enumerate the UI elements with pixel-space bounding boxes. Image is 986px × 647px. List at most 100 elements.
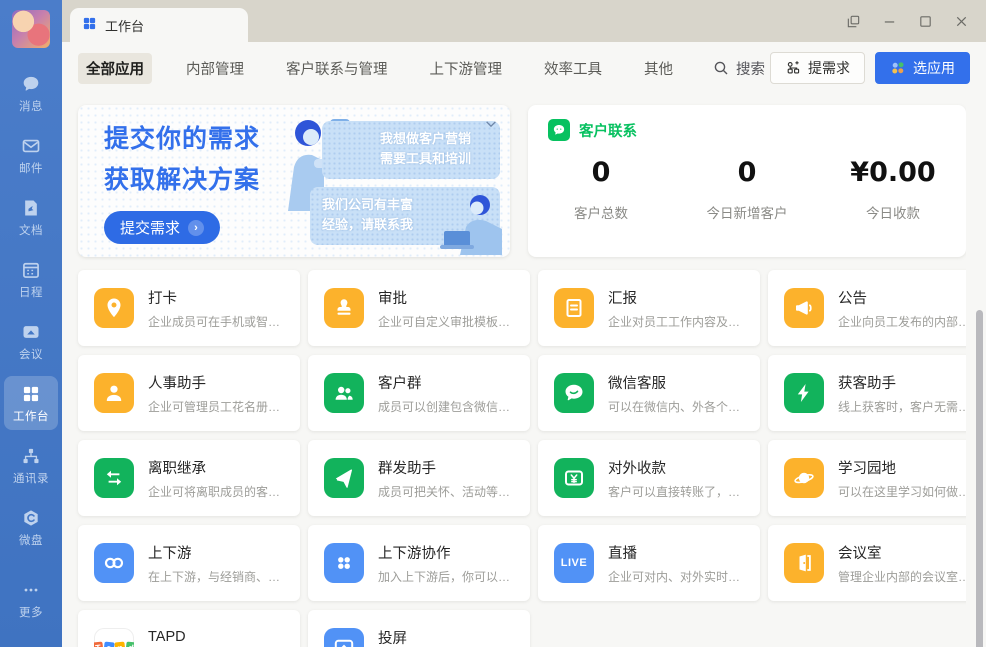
- send-icon: [324, 458, 364, 498]
- app-title: 直播: [608, 542, 746, 563]
- customer-contact-card: 客户联系 0客户总数0今日新增客户¥0.00 今日收款: [528, 105, 966, 257]
- sidebar-item-more[interactable]: 更多: [4, 572, 58, 626]
- app-card-supply-chain-collab[interactable]: 上下游协作加入上下游后，你可以便…: [308, 525, 530, 601]
- app-title: 客户群: [378, 372, 516, 393]
- app-card-payment[interactable]: 对外收款客户可以直接转账了，成…: [538, 440, 760, 516]
- app-title: 学习园地: [838, 457, 966, 478]
- stat-value: ¥0.00: [820, 157, 966, 188]
- stat-label: 今日新增客户: [674, 202, 820, 222]
- app-card-resign-inherit[interactable]: 离职继承企业可将离职成员的客户…: [78, 440, 300, 516]
- sidebar-item-workbench[interactable]: 工作台: [4, 376, 58, 430]
- app-description: 可以在这里学习如何做好…: [838, 483, 966, 500]
- app-description: 在上下游，与经销商、供…: [148, 568, 286, 585]
- filter-tab-all-apps[interactable]: 全部应用: [78, 53, 152, 84]
- customer-stat[interactable]: ¥0.00 今日收款: [820, 157, 966, 222]
- submit-demand-button[interactable]: 提交需求 ›: [104, 211, 220, 244]
- app-card-mass-message[interactable]: 群发助手成员可把关怀、活动等消…: [308, 440, 530, 516]
- report-icon: [554, 288, 594, 328]
- app-card-wechat-service[interactable]: 微信客服可以在微信内、外各个场…: [538, 355, 760, 431]
- app-card-tapd[interactable]: TapdTAPDTAPD 是腾讯敏捷研发协作平…: [78, 610, 300, 647]
- banner-title: 提交你的需求 获取解决方案: [104, 119, 260, 201]
- drive-icon: [20, 507, 42, 529]
- search-box[interactable]: 搜索: [713, 58, 765, 79]
- app-card-learning[interactable]: 学习园地可以在这里学习如何做好…: [768, 440, 966, 516]
- app-card-approval[interactable]: 审批企业可自定义审批模板，…: [308, 270, 530, 346]
- app-title: 公告: [838, 287, 966, 308]
- wecom-window: 消息邮件文档日程会议工作台通讯录微盘更多 工作台: [0, 0, 986, 647]
- sidebar-item-calendar[interactable]: 日程: [4, 252, 58, 306]
- request-demand-button[interactable]: 提需求: [770, 52, 865, 84]
- search-icon: [713, 60, 729, 76]
- customer-contact-header[interactable]: 客户联系: [548, 119, 637, 141]
- sidebar-item-label: 日程: [19, 284, 43, 300]
- filter-tab-supply-chain[interactable]: 上下游管理: [422, 53, 511, 84]
- live-icon: LIVE: [554, 543, 594, 583]
- stat-label: 今日收款: [820, 202, 966, 222]
- app-card-screen-cast[interactable]: 投屏通过投屏设备轻松连…: [308, 610, 530, 647]
- vertical-scrollbar[interactable]: [976, 310, 983, 647]
- demand-banner[interactable]: 提交你的需求 获取解决方案 提交需求 ›: [78, 105, 510, 257]
- filter-tab-customer-mgmt[interactable]: 客户联系与管理: [278, 53, 396, 84]
- customer-contact-icon: [548, 119, 570, 141]
- titlebar: 工作台: [62, 0, 986, 42]
- choose-app-label: 选应用: [913, 58, 955, 78]
- demand-icon: [785, 60, 801, 76]
- app-description: 管理企业内部的会议室，…: [838, 568, 966, 585]
- tab-workbench[interactable]: 工作台: [70, 8, 248, 42]
- sidebar-item-docs[interactable]: 文档: [4, 190, 58, 244]
- sidebar-item-meeting[interactable]: 会议: [4, 314, 58, 368]
- filter-tabs: 全部应用内部管理客户联系与管理上下游管理效率工具其他 搜索: [78, 42, 765, 94]
- app-card-hr-assistant[interactable]: 人事助手企业可管理员工花名册信…: [78, 355, 300, 431]
- app-card-live[interactable]: LIVE直播企业可对内、对外实时分…: [538, 525, 760, 601]
- door-icon: [784, 543, 824, 583]
- sidebar-item-mail[interactable]: 邮件: [4, 128, 58, 182]
- cast-icon: [324, 628, 364, 647]
- maximize-icon[interactable]: [910, 6, 940, 36]
- sidebar: 消息邮件文档日程会议工作台通讯录微盘更多: [0, 0, 62, 647]
- app-title: 上下游协作: [378, 542, 516, 563]
- filter-tab-others[interactable]: 其他: [636, 53, 681, 84]
- app-card-report[interactable]: 汇报企业对员工工作内容及过…: [538, 270, 760, 346]
- app-title: 离职继承: [148, 457, 286, 478]
- planet-icon: [784, 458, 824, 498]
- sidebar-nav: 消息邮件文档日程会议工作台通讯录微盘更多: [0, 66, 62, 634]
- app-card-announcement[interactable]: 公告企业向员工发布的内部重…: [768, 270, 966, 346]
- customer-stat[interactable]: 0今日新增客户: [674, 157, 820, 222]
- app-title: 审批: [378, 287, 516, 308]
- sidebar-item-contacts[interactable]: 通讯录: [4, 438, 58, 492]
- yen-icon: [554, 458, 594, 498]
- customer-stat[interactable]: 0客户总数: [528, 157, 674, 222]
- filter-tab-internal-mgmt[interactable]: 内部管理: [178, 53, 252, 84]
- collapse-banner-chevron-icon[interactable]: [484, 117, 498, 134]
- orgtree-icon: [20, 445, 42, 467]
- apps-grid: 打卡企业成员可在手机或智慧…审批企业可自定义审批模板，…汇报企业对员工工作内容及…: [78, 270, 966, 647]
- dots4-icon: [324, 543, 364, 583]
- filter-row: 全部应用内部管理客户联系与管理上下游管理效率工具其他 搜索 提需求 选应用: [62, 42, 986, 94]
- app-description: 企业可管理员工花名册信…: [148, 398, 286, 415]
- tapd-logo-icon: Tapd: [94, 642, 134, 647]
- app-card-meeting-room[interactable]: 会议室管理企业内部的会议室，…: [768, 525, 966, 601]
- group-icon: [324, 373, 364, 413]
- app-card-lead-assistant[interactable]: 获客助手线上获客时，客户无需扫…: [768, 355, 966, 431]
- app-card-supply-chain[interactable]: 上下游在上下游，与经销商、供…: [78, 525, 300, 601]
- app-title: TAPD: [148, 629, 286, 645]
- app-card-customer-group[interactable]: 客户群成员可以创建包含微信用…: [308, 355, 530, 431]
- filter-tab-efficiency-tools[interactable]: 效率工具: [536, 53, 610, 84]
- minimize-icon[interactable]: [874, 6, 904, 36]
- app-card-clock-in[interactable]: 打卡企业成员可在手机或智慧…: [78, 270, 300, 346]
- sidebar-item-label: 消息: [19, 98, 43, 114]
- sidebar-item-messages[interactable]: 消息: [4, 66, 58, 120]
- app-description: 成员可把关怀、活动等消…: [378, 483, 516, 500]
- filter-actions: 提需求 选应用: [770, 52, 970, 84]
- app-description: 企业可将离职成员的客户…: [148, 483, 286, 500]
- tab-label: 工作台: [105, 16, 144, 35]
- close-icon[interactable]: [946, 6, 976, 36]
- main-area: 工作台 全部应: [62, 0, 986, 647]
- request-demand-label: 提需求: [808, 58, 850, 78]
- sidebar-item-drive[interactable]: 微盘: [4, 500, 58, 554]
- avatar[interactable]: [12, 10, 50, 48]
- detach-window-icon[interactable]: [838, 6, 868, 36]
- person-icon: [94, 373, 134, 413]
- choose-app-button[interactable]: 选应用: [875, 52, 970, 84]
- link-icon: [94, 543, 134, 583]
